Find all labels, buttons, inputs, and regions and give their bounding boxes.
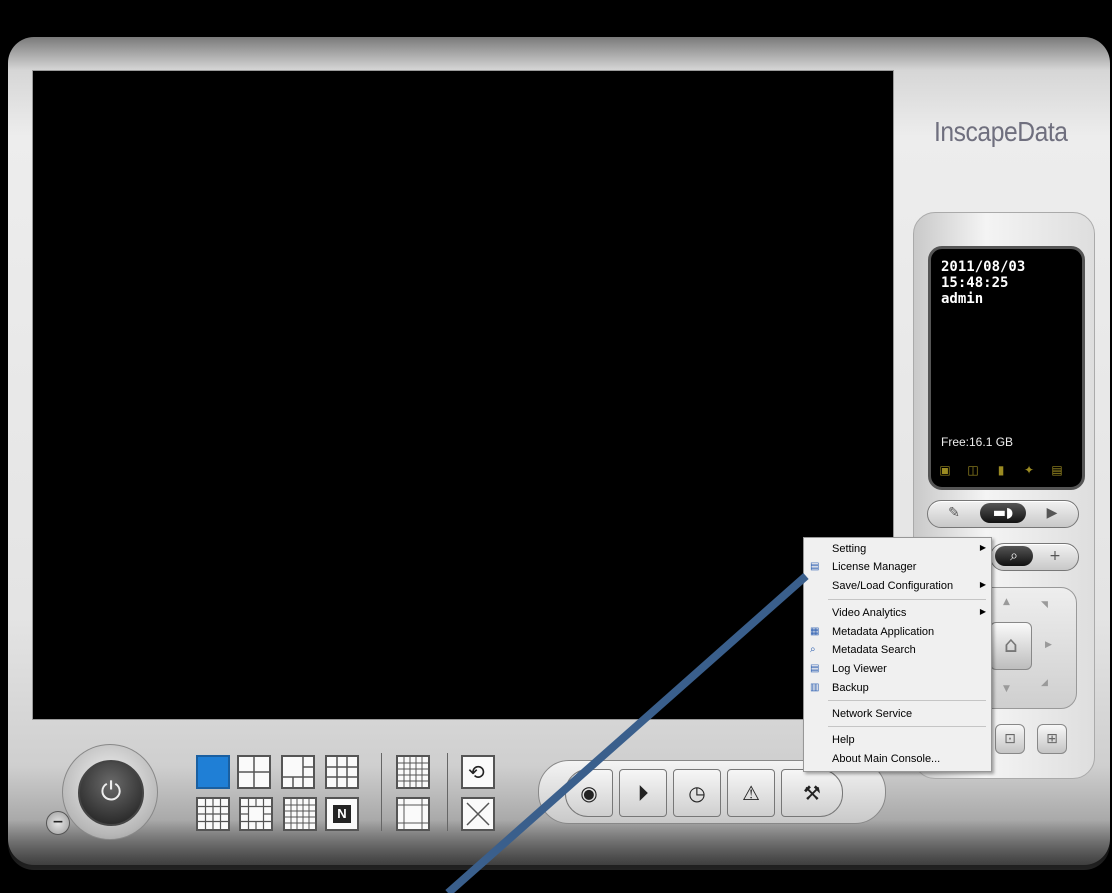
menu-separator xyxy=(828,700,986,701)
menu-separator xyxy=(828,726,986,727)
free-space-text: Free:16.1 GB xyxy=(941,435,1014,449)
tools-icon[interactable]: ⚒ xyxy=(781,769,843,817)
video-display[interactable] xyxy=(33,71,893,719)
grid-3x3-icon xyxy=(327,757,357,787)
menu-item-log-viewer[interactable]: ▤ Log Viewer xyxy=(804,660,991,678)
layout-4x4-button[interactable] xyxy=(196,797,230,831)
schedule-icon[interactable]: ◷ xyxy=(673,769,721,817)
grid-extra-icon xyxy=(398,757,428,787)
layout-extra-bottom-button[interactable] xyxy=(396,797,430,831)
refresh-icon: ⟲ xyxy=(468,760,485,784)
layout-n-button[interactable]: N xyxy=(325,797,359,831)
menu-item-about[interactable]: About Main Console... xyxy=(804,750,991,768)
layout-1plus12-button[interactable] xyxy=(239,797,273,831)
menu-item-network-service[interactable]: Network Service xyxy=(804,705,991,723)
layout-1plus5-button[interactable] xyxy=(281,755,315,789)
menu-item-label: Network Service xyxy=(832,708,913,720)
power-icon[interactable]: ⏻ xyxy=(78,760,144,826)
submenu-arrow-icon: ▶ xyxy=(979,543,986,552)
n-label: N xyxy=(333,805,351,823)
minimize-icon[interactable]: − xyxy=(46,811,70,835)
network-icon: ▤ xyxy=(1051,463,1063,477)
layout-3x3-button[interactable] xyxy=(325,755,359,789)
menu-item-label: Backup xyxy=(832,682,869,694)
user-text: admin xyxy=(941,291,984,307)
grid-frame-icon xyxy=(398,799,428,829)
menu-item-label: Setting xyxy=(832,543,867,555)
satellite-icon: ✦ xyxy=(1023,463,1035,477)
grid-4x4-icon xyxy=(198,799,228,829)
menu-item-backup[interactable]: ▥ Backup xyxy=(804,679,991,697)
context-menu: Setting ▶ ▤ License Manager Save/Load Co… xyxy=(803,537,992,772)
status-icons: ▣ ◫ ▮ ✦ ▤ xyxy=(939,463,1063,477)
menu-item-help[interactable]: Help xyxy=(804,731,991,749)
menu-item-metadata-application[interactable]: ▦ Metadata Application xyxy=(804,623,991,641)
menu-item-label: Help xyxy=(832,734,855,746)
focus-in-icon[interactable]: ⊡ xyxy=(995,724,1025,754)
plus-icon[interactable]: + xyxy=(1037,546,1073,566)
layout-extra-top-button[interactable] xyxy=(396,755,430,789)
menu-separator xyxy=(828,599,986,600)
grid-1plus5-icon xyxy=(283,757,313,787)
time-text: 15:48:25 xyxy=(941,275,1009,291)
microphone-icon: ▮ xyxy=(997,463,1005,477)
ptz-down-arrow[interactable]: ▼ xyxy=(1003,684,1010,694)
menu-item-metadata-search[interactable]: ⌕ Metadata Search xyxy=(804,641,991,659)
ptz-upright-arrow[interactable]: ◥ xyxy=(1041,600,1048,610)
rotate-view-button[interactable]: ⟲ xyxy=(461,755,495,789)
log-icon: ▤ xyxy=(810,663,820,674)
submenu-arrow-icon: ▶ xyxy=(979,607,986,616)
menu-item-label: Log Viewer xyxy=(832,663,887,675)
fullscreen-button[interactable] xyxy=(461,797,495,831)
grid-2x2-icon xyxy=(239,757,269,787)
zoom-switch: ⌕ + xyxy=(990,543,1079,571)
ptz-right-arrow[interactable]: ▶ xyxy=(1045,640,1052,650)
play-icon[interactable]: ▶ xyxy=(1030,503,1074,523)
ptz-home-button[interactable]: ⌂ xyxy=(990,622,1032,670)
separator-2 xyxy=(447,753,448,831)
menu-item-setting[interactable]: Setting ▶ xyxy=(804,540,991,558)
search-icon[interactable]: ⌕ xyxy=(995,546,1033,566)
date-text: 2011/08/03 xyxy=(941,259,1026,275)
license-icon: ▤ xyxy=(810,561,820,572)
ptz-up-arrow[interactable]: ▲ xyxy=(1003,597,1010,607)
info-display: 2011/08/03 15:48:25 admin Free:16.1 GB ▣… xyxy=(928,246,1085,490)
menu-item-label: Metadata Search xyxy=(832,644,916,656)
focus-out-icon[interactable]: ⊞ xyxy=(1037,724,1067,754)
menu-item-license-manager[interactable]: ▤ License Manager xyxy=(804,558,991,576)
monitor-icon: ▣ xyxy=(939,463,951,477)
fullscreen-icon xyxy=(466,802,490,826)
brand-logo: InscapeData xyxy=(934,116,1068,147)
record-icon[interactable]: ◉ xyxy=(565,769,613,817)
grid-1plus12-icon xyxy=(241,799,271,829)
menu-item-label: About Main Console... xyxy=(832,753,941,765)
layout-2x2-button[interactable] xyxy=(237,755,271,789)
camera-icon[interactable]: ▬◗ xyxy=(980,503,1026,523)
separator-1 xyxy=(381,753,382,831)
speaker-icon: ◫ xyxy=(967,463,979,477)
layout-5x5-button[interactable] xyxy=(283,797,317,831)
alert-icon[interactable]: ⚠ xyxy=(727,769,775,817)
layout-1x1-button[interactable] xyxy=(196,755,230,789)
wrench-icon[interactable]: ✎ xyxy=(932,503,976,523)
menu-item-label: License Manager xyxy=(832,561,917,573)
menu-item-label: Save/Load Configuration xyxy=(832,580,954,592)
metadata-search-icon: ⌕ xyxy=(810,644,816,655)
menu-item-video-analytics[interactable]: Video Analytics ▶ xyxy=(804,604,991,622)
mode-switch: ✎ ▬◗ ▶ xyxy=(927,500,1079,528)
submenu-arrow-icon: ▶ xyxy=(979,580,986,589)
frame-shadow xyxy=(8,820,1110,870)
metadata-app-icon: ▦ xyxy=(810,626,820,637)
playback-icon[interactable]: ⏵ xyxy=(619,769,667,817)
ptz-downright-arrow[interactable]: ◢ xyxy=(1041,678,1048,688)
grid-5x5-icon xyxy=(285,799,315,829)
menu-item-save-load-config[interactable]: Save/Load Configuration ▶ xyxy=(804,577,991,595)
menu-item-label: Video Analytics xyxy=(832,607,907,619)
menu-item-label: Metadata Application xyxy=(832,626,935,638)
backup-icon: ▥ xyxy=(810,682,820,693)
